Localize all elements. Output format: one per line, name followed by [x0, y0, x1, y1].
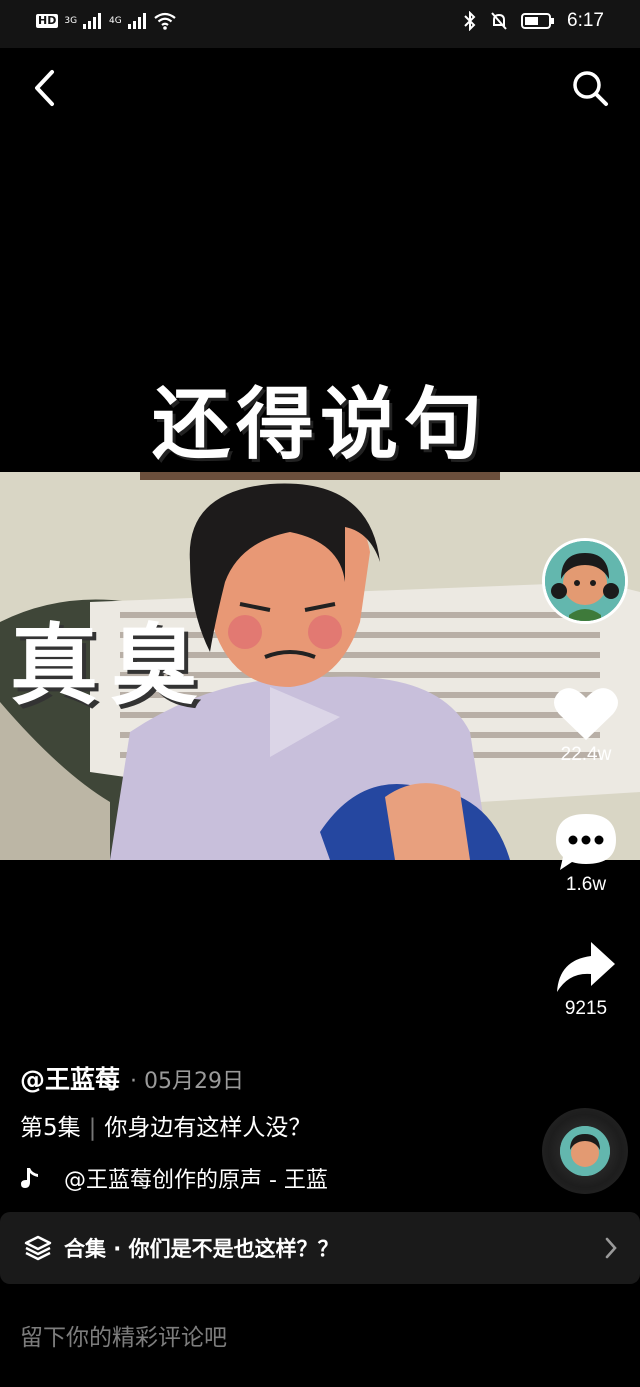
comment-input[interactable]: 留下你的精彩评论吧 [0, 1300, 640, 1370]
signal-icon [83, 13, 102, 29]
status-left: HD 3G 4G [36, 12, 176, 30]
author-avatar[interactable] [542, 538, 628, 624]
separator: | [88, 1115, 97, 1141]
status-right: 6:17 [463, 10, 604, 32]
video-caption-side: 真臭 [10, 613, 211, 717]
network-type-2: 4G [109, 16, 122, 26]
video-caption-top: 还得说句 [151, 379, 488, 470]
avatar-illustration [545, 541, 625, 621]
author-line: @王蓝莓 · 05月29日 [20, 1060, 244, 1096]
back-button[interactable] [24, 66, 64, 110]
collection-label: 合集 · 你们是不是也这样？？ [64, 1237, 339, 1261]
status-bar: HD 3G 4G 6:17 [0, 0, 640, 48]
collection-bar[interactable]: 合集 · 你们是不是也这样？？ [0, 1212, 640, 1284]
post-date: · 05月29日 [130, 1069, 244, 1094]
comment-bubble-icon [556, 814, 616, 870]
chevron-left-icon [35, 70, 54, 106]
description-text: 你身边有这样人没？ [104, 1115, 312, 1141]
post-description: 第5集 | 你身边有这样人没？ [20, 1108, 311, 1142]
author-name[interactable]: @王蓝莓 [20, 1060, 120, 1096]
mute-bell-icon [491, 12, 507, 30]
share-button[interactable]: 9215 [545, 940, 627, 1020]
music-disc[interactable] [542, 1108, 628, 1194]
clock: 6:17 [567, 10, 604, 31]
signal-icon-2 [127, 13, 146, 29]
episode-label[interactable]: 第5集 [20, 1115, 81, 1141]
battery-icon [521, 13, 555, 29]
comment-button[interactable]: 1.6w [545, 812, 627, 896]
heart-icon [554, 688, 618, 740]
hd-badge: HD [36, 14, 59, 28]
search-button[interactable] [568, 66, 612, 110]
disc-cover-illustration [560, 1126, 610, 1176]
music-note-icon [21, 1168, 38, 1188]
share-count: 9215 [564, 998, 608, 1019]
network-type-1: 3G [64, 16, 78, 26]
music-line[interactable]: @王蓝莓创作的原声 - 王蓝 [20, 1162, 350, 1194]
comment-count: 1.6w [565, 874, 607, 895]
wifi-icon [154, 12, 176, 30]
share-arrow-icon [557, 942, 615, 992]
music-title: @王蓝莓创作的原声 - 王蓝 [64, 1168, 328, 1193]
search-icon [573, 71, 608, 106]
like-count: 22.4w [560, 744, 612, 765]
disc-cover [560, 1126, 610, 1176]
like-button[interactable]: 22.4w [545, 684, 627, 766]
chevron-right-icon [605, 1237, 617, 1259]
bluetooth-icon [464, 11, 476, 31]
layers-icon [24, 1235, 52, 1261]
